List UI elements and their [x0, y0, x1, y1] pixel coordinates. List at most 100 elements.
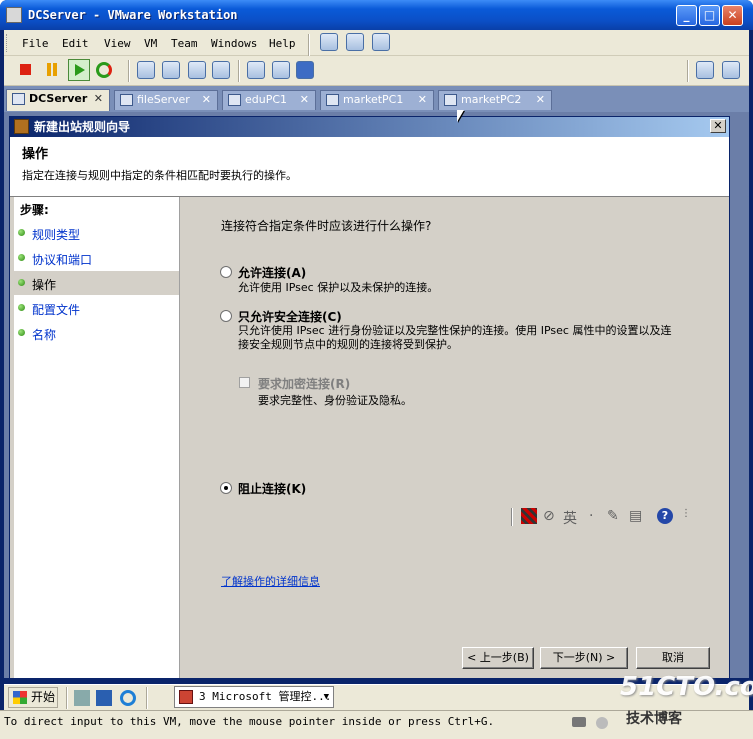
cd-icon[interactable]: [596, 717, 608, 729]
separator: [146, 687, 148, 709]
allow-label[interactable]: 允许连接(A): [238, 264, 306, 281]
ime-mode-icon[interactable]: ⊘: [543, 508, 555, 524]
close-tab-icon[interactable]: ✕: [94, 90, 103, 108]
separator: [308, 34, 310, 56]
menu-view[interactable]: View: [104, 37, 131, 50]
menu-bar: File Edit View VM Team Windows Help: [4, 30, 749, 56]
radio-block[interactable]: [220, 482, 232, 494]
step-label: 规则类型: [32, 228, 81, 242]
show-sidebar-icon[interactable]: [137, 61, 155, 79]
require-encryption-checkbox[interactable]: [239, 377, 250, 388]
menu-vm[interactable]: VM: [144, 37, 157, 50]
step-name[interactable]: 名称: [14, 321, 179, 345]
tab-fileserver[interactable]: fileServer ✕: [114, 90, 218, 110]
mouse-cursor: [457, 110, 464, 122]
windows-logo-icon: [13, 691, 27, 704]
ime-softkb-icon[interactable]: ✎: [607, 508, 619, 524]
window-title: DCServer - VMware Workstation: [28, 8, 238, 22]
hdd-icon[interactable]: [572, 717, 586, 727]
menu-team[interactable]: Team: [171, 37, 198, 50]
appliance-view-icon[interactable]: [296, 61, 314, 79]
separator: [687, 60, 689, 82]
play-icon: [75, 64, 85, 76]
server-manager-icon[interactable]: [74, 690, 90, 706]
close-button[interactable]: ✕: [722, 5, 743, 26]
allow-secure-label[interactable]: 只允许安全连接(C): [238, 308, 342, 325]
vm-icon: [120, 94, 133, 106]
menu-windows[interactable]: Windows: [211, 37, 257, 50]
tab-marketpc1[interactable]: marketPC1 ✕: [320, 90, 434, 110]
wizard-close-button[interactable]: ✕: [710, 119, 726, 133]
show-desktop-icon[interactable]: [96, 690, 112, 706]
require-encryption-desc: 要求完整性、身份验证及隐私。: [258, 394, 412, 407]
vm-icon: [228, 94, 241, 106]
snapshot-icon[interactable]: [320, 33, 338, 51]
chevron-down-icon: ▼: [323, 692, 329, 702]
ime-toolbar: ⊘ 英 · ✎ ▤ ? ⋮: [511, 507, 691, 529]
green-bullet-icon: [18, 279, 25, 286]
close-tab-icon[interactable]: ✕: [300, 91, 309, 109]
ime-menu-icon[interactable]: ⋮: [681, 508, 691, 519]
learn-more-link[interactable]: 了解操作的详细信息: [221, 573, 320, 589]
revert-snapshot-icon[interactable]: [346, 33, 364, 51]
close-tab-icon[interactable]: ✕: [418, 91, 427, 109]
next-button[interactable]: 下一步(N) >: [540, 647, 628, 669]
power-on-button[interactable]: [68, 59, 90, 81]
taskbar-mmc-button[interactable]: 3 Microsoft 管理控... ▼: [174, 686, 334, 708]
reset-icon[interactable]: [96, 62, 112, 78]
menu-file[interactable]: File: [22, 37, 49, 50]
require-encryption-label: 要求加密连接(R): [258, 377, 351, 391]
tab-label: fileServer: [137, 93, 190, 106]
menu-edit[interactable]: Edit: [62, 37, 89, 50]
step-protocol-ports[interactable]: 协议和端口: [14, 246, 179, 270]
task-label: 3 Microsoft 管理控...: [199, 690, 332, 703]
start-button[interactable]: 开始: [8, 687, 58, 708]
step-action[interactable]: 操作: [14, 271, 179, 295]
snapshot-manager-icon[interactable]: [372, 33, 390, 51]
step-rule-type[interactable]: 规则类型: [14, 221, 179, 245]
steps-panel: 步骤: 规则类型 协议和端口 操作 配置文件 名称: [14, 197, 180, 678]
wizard-title-bar[interactable]: 新建出站规则向导 ✕: [10, 117, 729, 137]
menu-help[interactable]: Help: [269, 37, 296, 50]
ime-grip: [511, 508, 513, 526]
green-bullet-icon: [18, 254, 25, 261]
tab-dcserver[interactable]: DCServer ✕: [6, 89, 110, 111]
title-bar[interactable]: DCServer - VMware Workstation _ □ ✕: [0, 0, 753, 30]
record-icon[interactable]: [696, 61, 714, 79]
console-view-icon[interactable]: [247, 61, 265, 79]
vm-icon: [12, 93, 25, 105]
unity-icon[interactable]: [212, 61, 230, 79]
radio-allow-secure[interactable]: [220, 310, 232, 322]
cancel-button[interactable]: 取消: [636, 647, 710, 669]
ime-punct-icon[interactable]: ·: [589, 508, 593, 524]
green-bullet-icon: [18, 329, 25, 336]
step-label: 名称: [32, 328, 57, 342]
close-tab-icon[interactable]: ✕: [202, 91, 211, 109]
step-profile[interactable]: 配置文件: [14, 296, 179, 320]
ie-icon[interactable]: [120, 690, 136, 706]
quick-switch-icon[interactable]: [162, 61, 180, 79]
vmware-window: DCServer - VMware Workstation _ □ ✕ File…: [0, 0, 753, 739]
suspend-icon[interactable]: [47, 63, 51, 76]
back-button[interactable]: < 上一步(B): [462, 647, 534, 669]
minimize-button[interactable]: _: [676, 5, 697, 26]
power-off-icon[interactable]: [20, 64, 31, 75]
ime-language[interactable]: 英: [563, 508, 577, 528]
maximize-button[interactable]: □: [699, 5, 720, 26]
ime-options-icon[interactable]: ▤: [629, 508, 642, 524]
block-label[interactable]: 阻止连接(K): [238, 480, 306, 497]
tab-marketpc2[interactable]: marketPC2 ✕: [438, 90, 552, 110]
status-text: To direct input to this VM, move the mou…: [4, 715, 495, 728]
page-subtitle: 指定在连接与规则中指定的条件相匹配时要执行的操作。: [22, 169, 297, 182]
summary-view-icon[interactable]: [272, 61, 290, 79]
step-label: 配置文件: [32, 303, 81, 317]
steps-header: 步骤:: [20, 203, 49, 217]
radio-allow[interactable]: [220, 266, 232, 278]
fullscreen-icon[interactable]: [188, 61, 206, 79]
separator: [66, 687, 68, 709]
close-tab-icon[interactable]: ✕: [536, 91, 545, 109]
tab-edupc1[interactable]: eduPC1 ✕: [222, 90, 316, 110]
help-icon[interactable]: ?: [657, 508, 673, 524]
capture-icon[interactable]: [722, 61, 740, 79]
outbound-rule-wizard: 新建出站规则向导 ✕ 操作 指定在连接与规则中指定的条件相匹配时要执行的操作。 …: [9, 116, 730, 679]
